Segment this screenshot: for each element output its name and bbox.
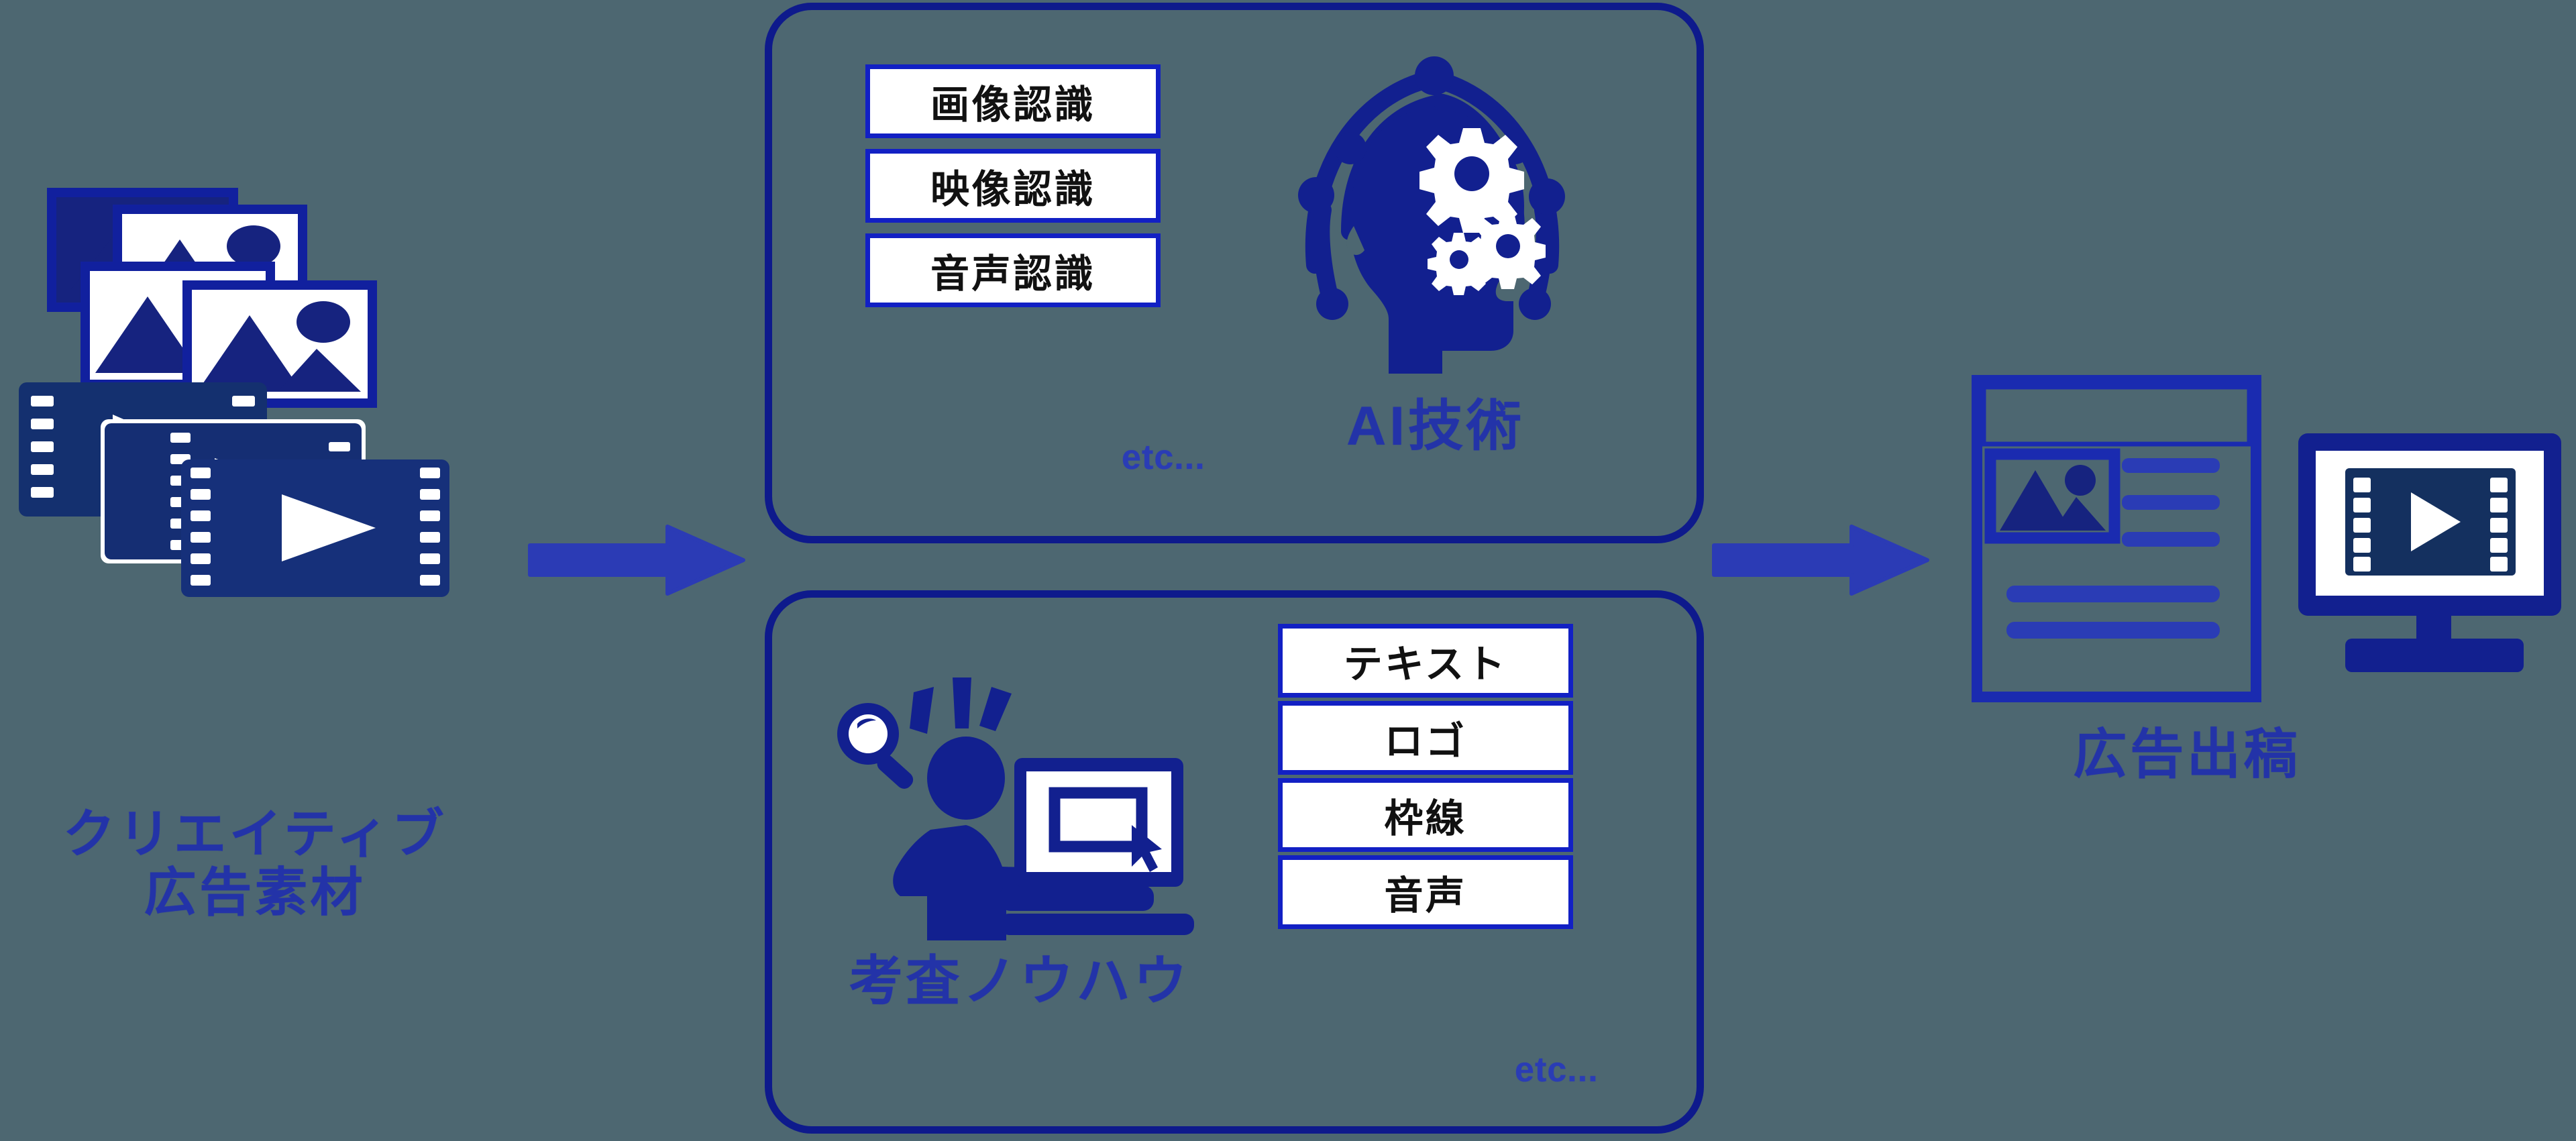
tag-border-line[interactable]: 枠線 <box>1278 778 1573 852</box>
arrow-right-2 <box>1712 525 1929 596</box>
tag-audio[interactable]: 音声 <box>1278 855 1573 929</box>
video-monitor-icon <box>2298 433 2561 672</box>
tag-logo[interactable]: ロゴ <box>1278 701 1573 775</box>
ai-etc-label: etc... <box>1122 438 1205 477</box>
ai-brain-head-icon <box>1298 56 1565 374</box>
tag-image-recognition[interactable]: 画像認識 <box>865 64 1161 138</box>
diagram-canvas: クリエイティブ 広告素材 画像認識 映像認識 音声認識 etc... AI技術 … <box>0 0 2576 1141</box>
tag-video-recognition[interactable]: 映像認識 <box>865 149 1161 223</box>
ad-delivery-label: 広告出稿 <box>2073 724 2301 784</box>
review-knowhow-label: 考査ノウハウ <box>849 951 1191 1011</box>
ai-technology-label: AI技術 <box>1346 396 1525 457</box>
reviewer-at-computer-icon <box>837 677 1194 940</box>
web-page-mockup-icon <box>1972 375 2261 702</box>
review-etc-label: etc... <box>1515 1050 1599 1089</box>
creative-assets-label: クリエイティブ 広告素材 <box>62 804 447 922</box>
tag-text[interactable]: テキスト <box>1278 624 1573 698</box>
arrow-right-1 <box>528 525 745 596</box>
tag-audio-recognition[interactable]: 音声認識 <box>865 233 1161 307</box>
